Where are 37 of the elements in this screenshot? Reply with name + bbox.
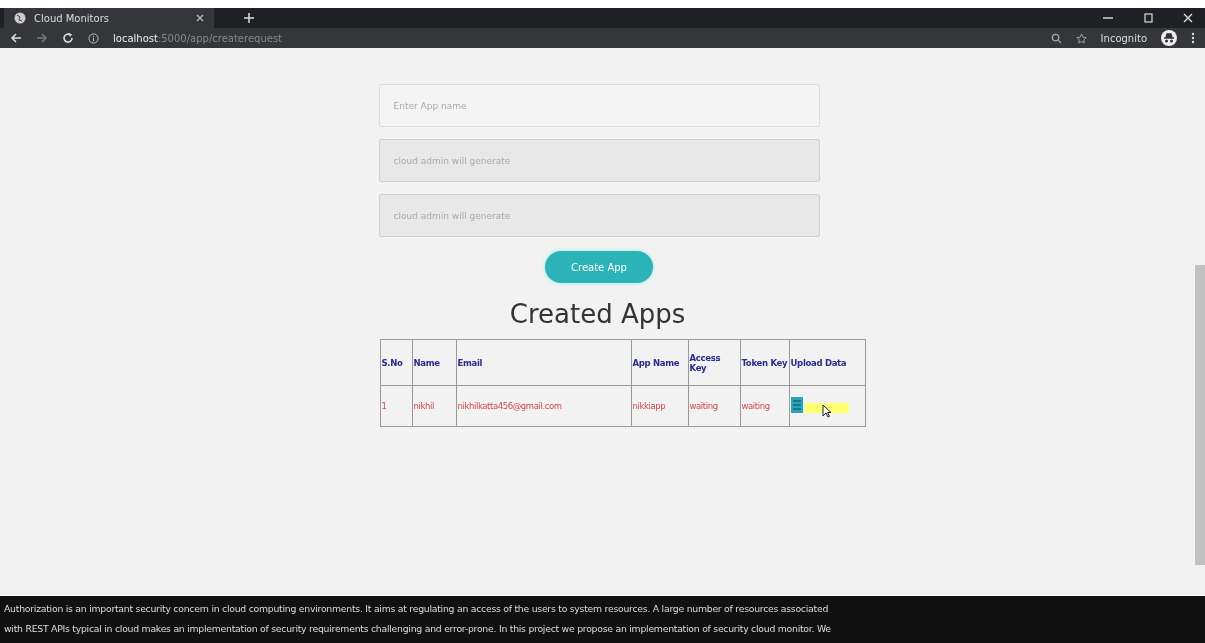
forward-icon[interactable] <box>36 32 48 44</box>
column-header: Email <box>456 339 631 386</box>
scrollbar-thumb[interactable] <box>1195 265 1205 565</box>
column-header: Upload Data <box>789 339 865 386</box>
star-icon[interactable] <box>1075 32 1087 44</box>
close-icon[interactable] <box>1183 13 1193 23</box>
table-cell: waiting <box>688 385 740 427</box>
table-cell: 1 <box>380 385 412 427</box>
column-header: Token Key <box>740 339 789 386</box>
table-cell: nikkiapp <box>631 385 688 427</box>
globe-icon <box>14 12 26 24</box>
address-field[interactable]: localhost:5000/app/createrequest <box>113 32 283 44</box>
browser-tab[interactable]: Cloud Monitors <box>4 8 214 28</box>
reload-icon[interactable] <box>62 32 74 44</box>
back-icon[interactable] <box>10 32 22 44</box>
menu-icon[interactable] <box>1191 32 1195 44</box>
footer-text: Authorization is an important security concern in cloud computing environments. It aims at regulating an access of the users to system resources. A large number of resources associated <box>4 602 830 616</box>
tab-title: Cloud Monitors <box>34 12 110 24</box>
column-header: Name <box>412 339 456 386</box>
incognito-icon[interactable] <box>1161 30 1177 46</box>
column-header: S.No <box>380 339 412 386</box>
incognito-label: Incognito <box>1100 32 1147 44</box>
column-header: Access Key <box>688 339 740 386</box>
table-cell: nikhil <box>412 385 456 427</box>
footer-text: with REST APIs typical in cloud makes an implementation of security requirements challenging and error-prone. In this project we propose an implementation of security cloud monitor. We <box>4 622 832 636</box>
upload-icon[interactable] <box>790 397 803 413</box>
input-field[interactable]: Enter App name <box>378 84 820 127</box>
new-tab-icon[interactable] <box>244 13 254 23</box>
section-heading: Created Apps <box>509 299 686 329</box>
zoom-icon[interactable] <box>1050 32 1062 44</box>
info-icon[interactable] <box>88 32 99 44</box>
table-cell: waiting <box>740 385 789 427</box>
column-header: App Name <box>631 339 688 386</box>
maximize-icon[interactable] <box>1143 13 1153 23</box>
table-cell: nikhilkatta456@gmail.com <box>456 385 631 427</box>
close-icon[interactable] <box>196 14 204 22</box>
cursor-icon <box>821 404 832 418</box>
